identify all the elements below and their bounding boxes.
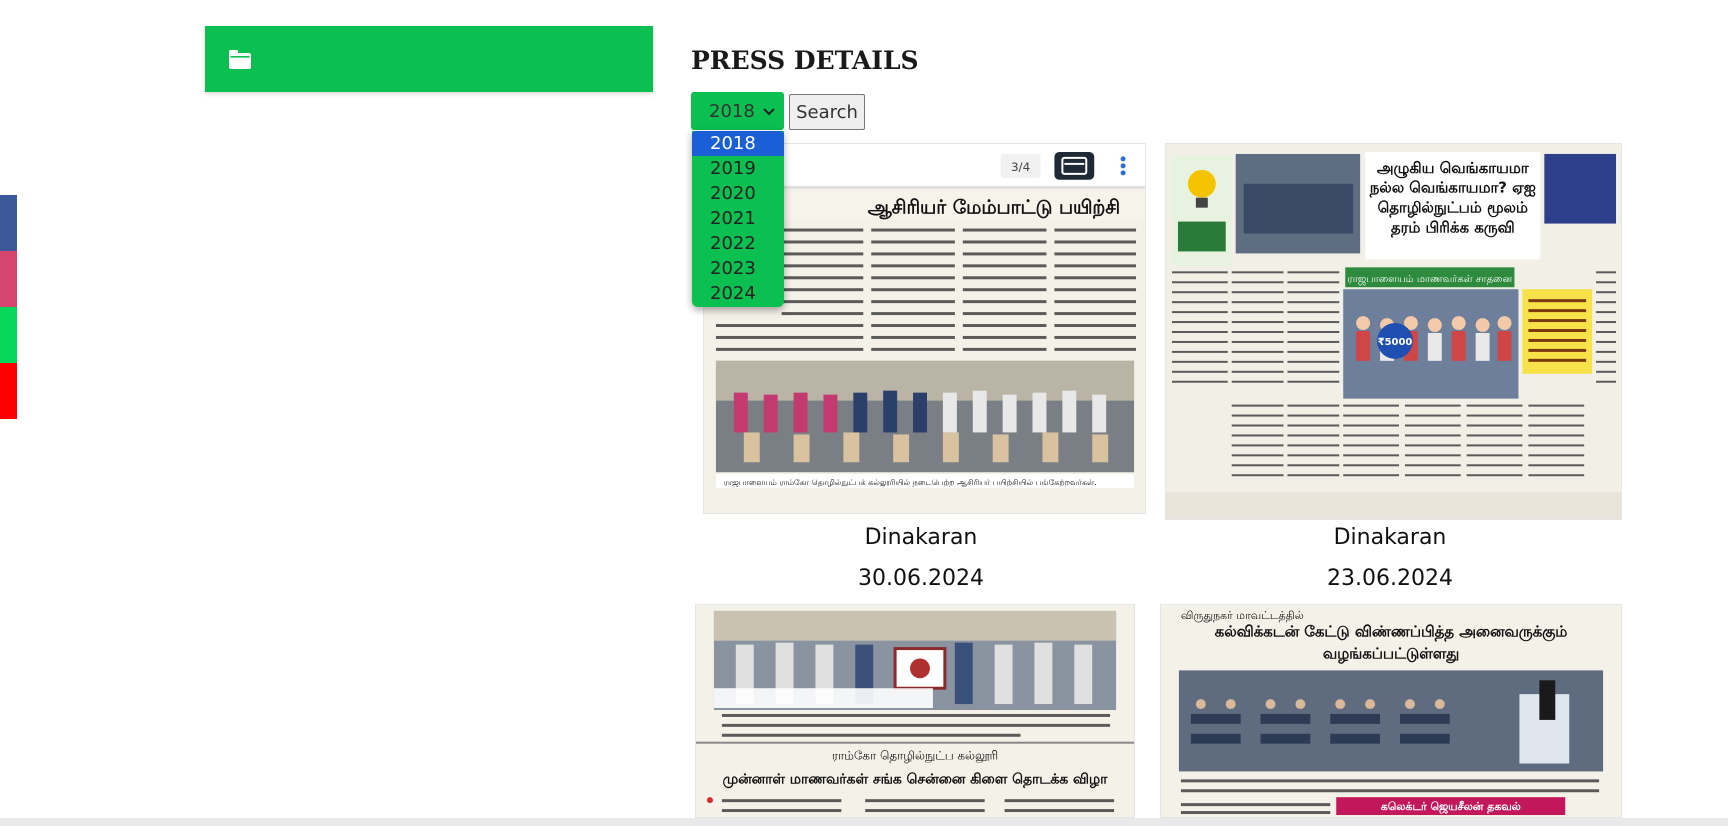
- social-share-strip: [0, 195, 17, 419]
- year-option[interactable]: 2021: [692, 206, 784, 231]
- publication-name: Dinakaran: [864, 525, 978, 550]
- year-dropdown-list: 2018 2019 2020 2021 2022 2023 2024: [692, 131, 784, 307]
- clipping-headline: ஆசிரியர் மேம்பாட்டு பயிற்சி: [868, 197, 1120, 219]
- horizontal-scrollbar[interactable]: [0, 818, 1728, 826]
- folder-icon: [229, 50, 251, 69]
- clipping-subheadline: ராஜபாளையம் மாணவர்கள் சாதனை: [1348, 274, 1513, 285]
- whatsapp-share-button[interactable]: [0, 307, 17, 363]
- press-clipping-image[interactable]: அழுகிய வெங்காயமா நல்ல வெங்காயமா? ஏஐ தொழி…: [1165, 143, 1622, 520]
- instagram-share-button[interactable]: [0, 251, 17, 307]
- prize-badge-text: ₹5000: [1378, 337, 1413, 348]
- clipping-headline: கல்விக்கடன் கேட்டு விண்ணப்பித்த அனைவருக்…: [1214, 622, 1568, 663]
- clipping-subheadline: முன்னாள் மாணவர்கள் சங்க சென்னை கிளை தொடக…: [723, 771, 1108, 788]
- press-card[interactable]: அழுகிய வெங்காயமா நல்ல வெங்காயமா? ஏஐ தொழி…: [1160, 143, 1622, 593]
- clipping-headline: ராம்கோ தொழில்நுட்ப கல்லூரி: [832, 749, 998, 764]
- page-title: PRESS DETAILS: [691, 46, 919, 75]
- page-indicator: 3/4: [1011, 160, 1030, 174]
- press-card[interactable]: ராம்கோ தொழில்நுட்ப கல்லூரி முன்னாள் மாணவ…: [691, 604, 1151, 818]
- press-card[interactable]: விருதுநகர் மாவட்டத்தில் கல்விக்கடன் கேட்…: [1160, 604, 1622, 818]
- clipping-photo-caption: ராஜபாளையம் ராம்கோ தொழில்நுட்பக் கல்லூரிய…: [724, 478, 1097, 488]
- press-clipping-image[interactable]: ராம்கோ தொழில்நுட்ப கல்லூரி முன்னாள் மாணவ…: [695, 604, 1135, 818]
- year-option[interactable]: 2019: [692, 156, 784, 181]
- search-button[interactable]: Search: [789, 94, 865, 130]
- year-select-value: 2018: [709, 101, 755, 122]
- year-option[interactable]: 2022: [692, 231, 784, 256]
- chevron-down-icon: [763, 108, 775, 116]
- youtube-share-button[interactable]: [0, 363, 17, 419]
- year-option[interactable]: 2024: [692, 281, 784, 306]
- press-clipping-image[interactable]: விருதுநகர் மாவட்டத்தில் கல்விக்கடன் கேட்…: [1160, 604, 1622, 818]
- sidebar-header: [205, 26, 653, 92]
- publication-name: Dinakaran: [1333, 525, 1447, 550]
- calendar-view-icon: [1054, 151, 1095, 180]
- facebook-share-button[interactable]: [0, 195, 17, 251]
- publication-date: 30.06.2024: [858, 566, 984, 591]
- clipping-tag: கலெக்டர் ஜெயசீலன் தகவல்: [1381, 800, 1521, 814]
- publication-date: 23.06.2024: [1327, 566, 1453, 591]
- year-option[interactable]: 2018: [692, 131, 784, 156]
- year-option[interactable]: 2023: [692, 256, 784, 281]
- year-option[interactable]: 2020: [692, 181, 784, 206]
- year-select[interactable]: 2018: [691, 92, 784, 130]
- clipping-headline: அழுகிய வெங்காயமா நல்ல வெங்காயமா? ஏஐ தொழி…: [1369, 158, 1536, 237]
- more-options-icon: [1120, 156, 1126, 176]
